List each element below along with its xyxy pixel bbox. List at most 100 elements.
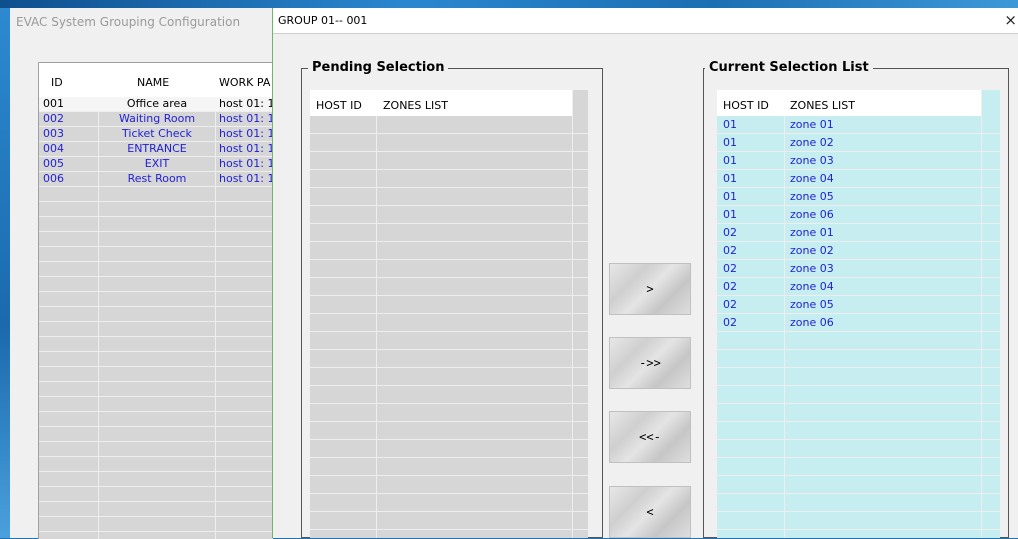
table-row[interactable] bbox=[310, 296, 588, 314]
table-row[interactable] bbox=[310, 116, 588, 134]
table-row[interactable] bbox=[39, 427, 273, 442]
table-row[interactable] bbox=[717, 404, 1000, 422]
table-row[interactable] bbox=[39, 352, 273, 367]
table-row[interactable] bbox=[39, 337, 273, 352]
table-row[interactable]: 02 zone 05 bbox=[717, 296, 1000, 314]
remove-all-button[interactable]: <<- bbox=[609, 411, 691, 463]
table-row[interactable] bbox=[310, 368, 588, 386]
row-work-path: host 01: 1 bbox=[219, 172, 273, 185]
table-row[interactable]: 01 zone 03 bbox=[717, 152, 1000, 170]
table-row[interactable] bbox=[310, 440, 588, 458]
table-row[interactable] bbox=[310, 242, 588, 260]
table-row[interactable] bbox=[39, 202, 273, 217]
table-row[interactable]: 001 Office area host 01: 1 bbox=[39, 97, 273, 112]
table-row[interactable] bbox=[310, 332, 588, 350]
add-selected-button[interactable]: > bbox=[609, 263, 691, 315]
table-row[interactable] bbox=[39, 457, 273, 472]
table-row[interactable] bbox=[310, 152, 588, 170]
column-header-zones-list[interactable]: ZONES LIST bbox=[383, 99, 448, 112]
current-zones-table[interactable]: HOST ID ZONES LIST 01 zone 01 01 zone 02 01 z… bbox=[717, 90, 1000, 538]
column-header-zones-list[interactable]: ZONES LIST bbox=[790, 99, 855, 112]
table-row[interactable]: 02 zone 04 bbox=[717, 278, 1000, 296]
row-zone: zone 05 bbox=[790, 190, 834, 203]
pending-zones-table[interactable]: HOST ID ZONES LIST bbox=[310, 90, 588, 538]
table-row[interactable] bbox=[717, 332, 1000, 350]
table-row[interactable] bbox=[310, 512, 588, 530]
table-row[interactable]: 02 zone 06 bbox=[717, 314, 1000, 332]
table-row[interactable]: 01 zone 01 bbox=[717, 116, 1000, 134]
table-row[interactable] bbox=[39, 502, 273, 517]
table-row[interactable] bbox=[717, 494, 1000, 512]
dialog-titlebar[interactable]: GROUP 01-- 001 × bbox=[273, 8, 1018, 34]
row-work-path: host 01: 1 bbox=[219, 127, 273, 140]
table-row[interactable] bbox=[310, 350, 588, 368]
table-row[interactable] bbox=[39, 322, 273, 337]
table-row[interactable] bbox=[310, 134, 588, 152]
table-row[interactable]: 01 zone 05 bbox=[717, 188, 1000, 206]
table-row[interactable] bbox=[39, 217, 273, 232]
table-row[interactable] bbox=[39, 442, 273, 457]
table-row[interactable]: 002 Waiting Room host 01: 1 bbox=[39, 112, 273, 127]
table-row[interactable] bbox=[310, 314, 588, 332]
table-row[interactable] bbox=[310, 224, 588, 242]
table-row[interactable] bbox=[717, 422, 1000, 440]
table-row[interactable] bbox=[39, 382, 273, 397]
table-row[interactable] bbox=[310, 458, 588, 476]
table-row[interactable] bbox=[39, 517, 273, 532]
group-list-table[interactable]: ID NAME WORK PA 001 Office area host 01: 1… bbox=[38, 62, 273, 539]
table-row[interactable] bbox=[39, 412, 273, 427]
close-icon[interactable]: × bbox=[1004, 11, 1017, 29]
table-row[interactable] bbox=[717, 386, 1000, 404]
table-row[interactable] bbox=[39, 247, 273, 262]
table-row[interactable]: 004 ENTRANCE host 01: 1 bbox=[39, 142, 273, 157]
column-header-name[interactable]: NAME bbox=[137, 76, 169, 89]
remove-selected-button[interactable]: < bbox=[609, 486, 691, 538]
table-row[interactable]: 01 zone 06 bbox=[717, 206, 1000, 224]
table-row[interactable] bbox=[39, 292, 273, 307]
row-name: Office area bbox=[126, 97, 188, 110]
column-header-id[interactable]: ID bbox=[51, 76, 63, 89]
table-row[interactable] bbox=[717, 458, 1000, 476]
table-row[interactable]: 02 zone 02 bbox=[717, 242, 1000, 260]
table-row[interactable] bbox=[39, 277, 273, 292]
table-row[interactable] bbox=[717, 512, 1000, 530]
column-header-work-path[interactable]: WORK PA bbox=[219, 76, 270, 89]
table-row[interactable] bbox=[39, 262, 273, 277]
table-row[interactable] bbox=[717, 440, 1000, 458]
table-row[interactable]: 02 zone 01 bbox=[717, 224, 1000, 242]
table-row[interactable] bbox=[39, 472, 273, 487]
table-row[interactable] bbox=[717, 368, 1000, 386]
table-row[interactable] bbox=[717, 476, 1000, 494]
table-row[interactable] bbox=[310, 260, 588, 278]
table-row[interactable] bbox=[310, 188, 588, 206]
table-row[interactable] bbox=[310, 422, 588, 440]
table-row[interactable]: 02 zone 03 bbox=[717, 260, 1000, 278]
table-row[interactable] bbox=[39, 367, 273, 382]
column-header-host-id[interactable]: HOST ID bbox=[316, 99, 362, 112]
table-row[interactable] bbox=[310, 206, 588, 224]
table-row[interactable]: 005 EXIT host 01: 1 bbox=[39, 157, 273, 172]
table-row[interactable] bbox=[39, 487, 273, 502]
table-row[interactable] bbox=[39, 187, 273, 202]
table-row[interactable] bbox=[310, 170, 588, 188]
row-id: 004 bbox=[43, 142, 64, 155]
table-row[interactable]: 01 zone 02 bbox=[717, 134, 1000, 152]
table-row[interactable] bbox=[310, 278, 588, 296]
table-row[interactable] bbox=[310, 494, 588, 512]
row-name: ENTRANCE bbox=[127, 142, 187, 155]
table-row[interactable] bbox=[39, 232, 273, 247]
row-zone: zone 02 bbox=[790, 244, 834, 257]
column-header-host-id[interactable]: HOST ID bbox=[723, 99, 769, 112]
table-row[interactable] bbox=[39, 397, 273, 412]
table-row[interactable] bbox=[310, 530, 588, 538]
table-row[interactable]: 006 Rest Room host 01: 1 bbox=[39, 172, 273, 187]
add-all-button[interactable]: ->> bbox=[609, 337, 691, 389]
table-row[interactable] bbox=[39, 307, 273, 322]
table-row[interactable]: 01 zone 04 bbox=[717, 170, 1000, 188]
table-row[interactable] bbox=[310, 476, 588, 494]
table-row[interactable] bbox=[310, 386, 588, 404]
table-row[interactable] bbox=[717, 530, 1000, 538]
table-row[interactable] bbox=[717, 350, 1000, 368]
table-row[interactable] bbox=[310, 404, 588, 422]
table-row[interactable]: 003 Ticket Check host 01: 1 bbox=[39, 127, 273, 142]
